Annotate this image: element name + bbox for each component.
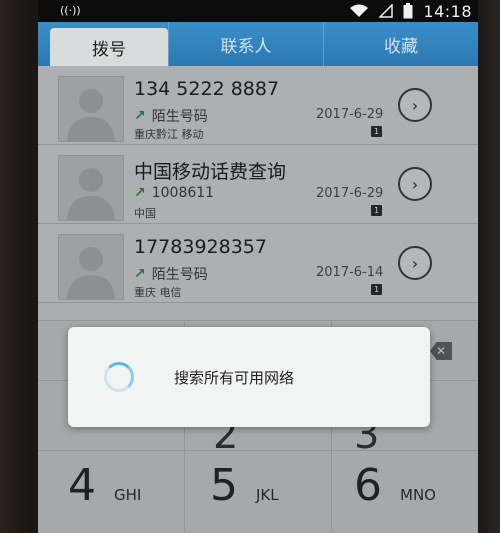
modal-overlay bbox=[38, 66, 478, 533]
tab-contacts[interactable]: 联系人 bbox=[168, 22, 323, 66]
status-icons: 14:18 bbox=[349, 1, 472, 21]
phone-screen: ((·)) 14:18 拨号 联系人 收藏 134 5222 8887 ↗ 陌生… bbox=[38, 0, 478, 533]
tab-dialer[interactable]: 拨号 bbox=[50, 28, 168, 66]
wifi-icon bbox=[350, 4, 369, 17]
clock: 14:18 bbox=[423, 1, 472, 21]
network-search-dialog: 搜索所有可用网络 bbox=[68, 327, 430, 427]
tab-bar: 拨号 联系人 收藏 bbox=[38, 22, 478, 66]
tab-favorites[interactable]: 收藏 bbox=[323, 22, 478, 66]
no-sim-icon bbox=[379, 4, 394, 18]
battery-icon bbox=[403, 3, 413, 19]
dialog-message: 搜索所有可用网络 bbox=[174, 368, 295, 387]
status-bar: ((·)) 14:18 bbox=[38, 0, 478, 22]
loading-spinner-icon bbox=[104, 362, 134, 392]
signal-icon: ((·)) bbox=[60, 4, 81, 17]
